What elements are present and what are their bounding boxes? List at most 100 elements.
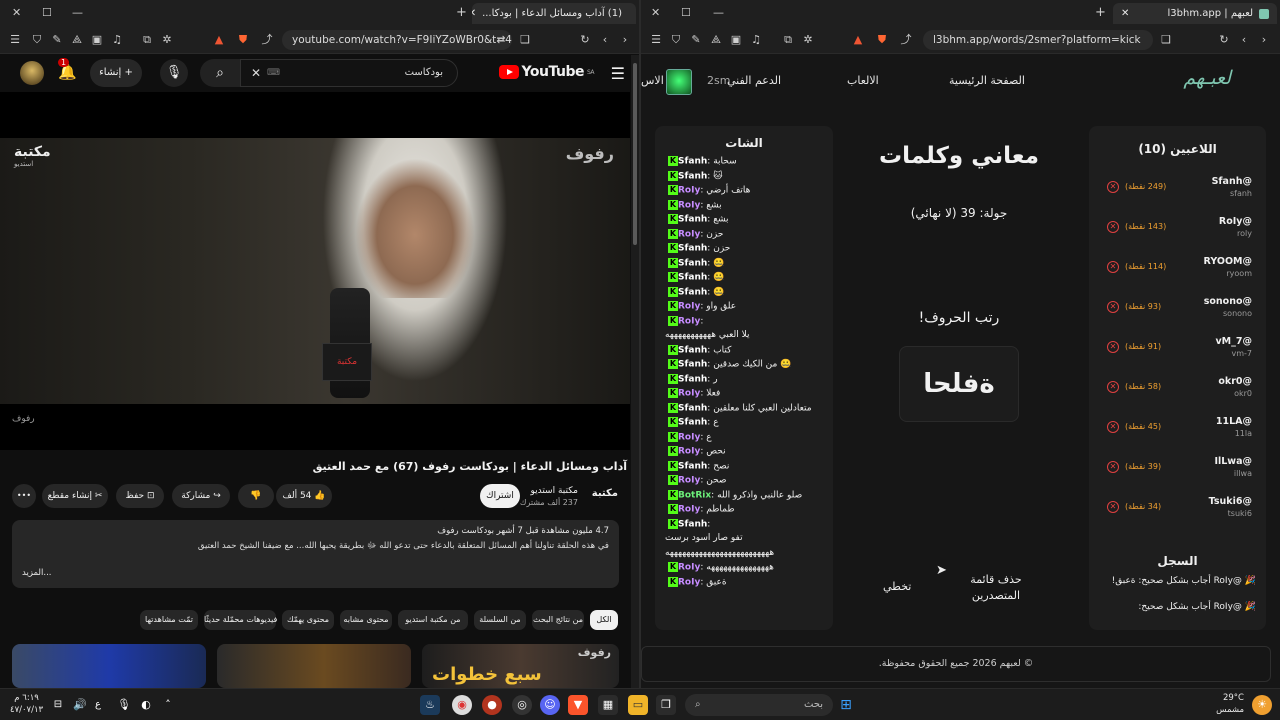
weather-widget[interactable]: 29°C مشمس	[1216, 692, 1244, 716]
back-icon[interactable]: ‹	[598, 33, 612, 47]
chip-search-results[interactable]: من نتائج البحث	[532, 610, 584, 630]
close-window-icon[interactable]: ✕	[12, 6, 21, 19]
page-scrollbar[interactable]	[1271, 55, 1279, 688]
discord-icon[interactable]: ☺	[540, 695, 560, 715]
channel-avatar[interactable]: مكتبة	[592, 488, 618, 499]
chip-series[interactable]: من السلسلة	[474, 610, 526, 630]
chrome-icon[interactable]: ◉	[452, 695, 472, 715]
remove-player-icon[interactable]: ✕	[1107, 381, 1119, 393]
vpn-icon[interactable]: ▲	[212, 33, 226, 47]
youtube-logo[interactable]: YouTube SA	[498, 64, 595, 80]
subscribe-button[interactable]: اشتراك	[480, 484, 520, 508]
remove-player-icon[interactable]: ✕	[1107, 341, 1119, 353]
maximize-window-icon[interactable]: ☐	[42, 6, 52, 19]
notification-icon[interactable]: ⊟	[48, 695, 68, 715]
task-view-icon[interactable]: ❐	[656, 695, 676, 715]
chip-all[interactable]: الكل	[590, 610, 618, 630]
remove-player-icon[interactable]: ✕	[1107, 261, 1119, 273]
bookmark-page-icon[interactable]: ❑	[1159, 33, 1173, 47]
video-player[interactable]: مكتبة مكتبة استديو رفوف رفوف	[0, 92, 630, 450]
back-icon[interactable]: ‹	[1237, 33, 1251, 47]
shield-icon[interactable]: ⛉	[30, 33, 44, 47]
brave-icon[interactable]: ▼	[568, 695, 588, 715]
extension-icon[interactable]: ✎	[689, 33, 703, 47]
user-avatar[interactable]	[666, 69, 692, 95]
clear-leaderboard-button[interactable]: حذف قائمة المتصدرين	[965, 572, 1027, 604]
page-scrollbar[interactable]	[631, 55, 639, 688]
obs-icon[interactable]: ◎	[512, 695, 532, 715]
thumbnail-1[interactable]	[12, 644, 206, 688]
windows-start-icon[interactable]: ⊞	[836, 695, 856, 715]
hamburger-icon[interactable]: ☰	[611, 64, 625, 83]
music-icon[interactable]: ♫	[749, 33, 763, 47]
search-input[interactable]: بودكاست ✕ ⌨	[240, 59, 458, 87]
puzzle-icon[interactable]: ✲	[801, 33, 815, 47]
tab-youtube[interactable]: (1) آداب ومسائل الدعاء | بودكا... ✕	[472, 3, 636, 24]
taskbar-search[interactable]: بحث ⌕	[685, 694, 833, 716]
bookmark-page-icon[interactable]: ❑	[518, 33, 532, 47]
microphone-icon[interactable]: 🎙	[114, 695, 134, 715]
clear-search-icon[interactable]: ✕	[251, 60, 261, 86]
remove-player-icon[interactable]: ✕	[1107, 181, 1119, 193]
menu-icon[interactable]: ☰	[8, 33, 22, 47]
screenshot-icon[interactable]: ⧉	[140, 33, 154, 47]
share-icon[interactable]: ⤴	[260, 33, 274, 47]
address-bar[interactable]: youtube.com/watch?v=F9IiYZoWBr0&t=4s	[282, 30, 512, 50]
share-button[interactable]: ↪ مشاركة	[172, 484, 230, 508]
close-window-icon[interactable]: ✕	[651, 6, 660, 19]
description-box[interactable]: 4.7 مليون مشاهدة قبل 7 أشهر بودكاست رفوف…	[12, 520, 619, 588]
new-tab-icon[interactable]: +	[456, 5, 467, 20]
dislike-button[interactable]: 👎	[238, 484, 274, 508]
thumbnail-3[interactable]: رفوف سبع خطوات	[422, 644, 619, 688]
save-button[interactable]: ⊡ حفظ	[116, 484, 164, 508]
menu-icon[interactable]: ☰	[649, 33, 663, 47]
keyboard-icon[interactable]: ⌨	[267, 60, 280, 86]
brave-shield-icon[interactable]: ⛊	[236, 33, 250, 47]
minimize-window-icon[interactable]: —	[72, 6, 83, 19]
steam-icon[interactable]: ♨	[420, 695, 440, 715]
remove-player-icon[interactable]: ✕	[1107, 301, 1119, 313]
minimize-window-icon[interactable]: —	[713, 6, 724, 19]
close-tab-icon[interactable]: ✕	[1121, 8, 1129, 19]
remove-player-icon[interactable]: ✕	[1107, 501, 1119, 513]
nav-support[interactable]: الدعم الفني	[727, 74, 781, 87]
chip-watched[interactable]: تمّت مشاهدتها	[140, 610, 198, 630]
mic-icon[interactable]: 🎙	[160, 59, 188, 87]
clip-button[interactable]: ✂ إنشاء مقطع	[42, 484, 108, 508]
thumbnail-2[interactable]	[217, 644, 411, 688]
scrollbar-thumb[interactable]	[633, 63, 637, 245]
reload-icon[interactable]: ↻	[1217, 33, 1231, 47]
close-tab-icon[interactable]: ✕	[472, 8, 476, 19]
remove-player-icon[interactable]: ✕	[1107, 421, 1119, 433]
store-icon[interactable]: ▦	[598, 695, 618, 715]
channel-name[interactable]: مكتبة استديو	[530, 486, 578, 496]
sidebar-icon[interactable]: ▣	[729, 33, 743, 47]
remove-player-icon[interactable]: ✕	[1107, 461, 1119, 473]
extension-icon[interactable]: ✎	[50, 33, 64, 47]
show-more-link[interactable]: ...المزيد	[22, 568, 52, 578]
file-explorer-icon[interactable]: ▭	[628, 695, 648, 715]
tray-expand-icon[interactable]: ˄	[158, 695, 178, 715]
more-actions-button[interactable]: •••	[12, 484, 36, 508]
forward-icon[interactable]: ›	[1257, 33, 1271, 47]
app-orange-icon[interactable]: ●	[482, 695, 502, 715]
clock[interactable]: ٦:١٩ م ٤٧/٠٧/١٣	[10, 692, 43, 716]
site-logo[interactable]: لعبـهم	[1183, 67, 1231, 89]
chip-interests[interactable]: محتوى يهمّك	[282, 610, 334, 630]
chip-similar[interactable]: محتوى مشابه	[340, 610, 392, 630]
language-indicator[interactable]: ع	[88, 695, 108, 715]
remove-player-icon[interactable]: ✕	[1107, 221, 1119, 233]
tab-l3bhm[interactable]: لعبهم | l3bhm.app ✕	[1113, 3, 1277, 24]
nav-item-truncated[interactable]: الاس	[641, 74, 664, 87]
reload-icon[interactable]: ↻	[578, 33, 592, 47]
network-icon[interactable]: ◐	[136, 695, 156, 715]
avatar[interactable]	[20, 61, 44, 85]
chip-recent[interactable]: فيديوهات محمّلة حديثًا	[204, 610, 277, 630]
like-button[interactable]: 👍 54 ألف	[276, 484, 332, 508]
forward-icon[interactable]: ›	[618, 33, 632, 47]
reader-icon[interactable]: ⇄	[494, 33, 508, 47]
music-icon[interactable]: ♫	[110, 33, 124, 47]
bookmark-icon[interactable]: ⟁	[70, 33, 84, 47]
create-button[interactable]: إنشاء +	[90, 59, 142, 87]
new-tab-icon[interactable]: +	[1095, 5, 1106, 20]
